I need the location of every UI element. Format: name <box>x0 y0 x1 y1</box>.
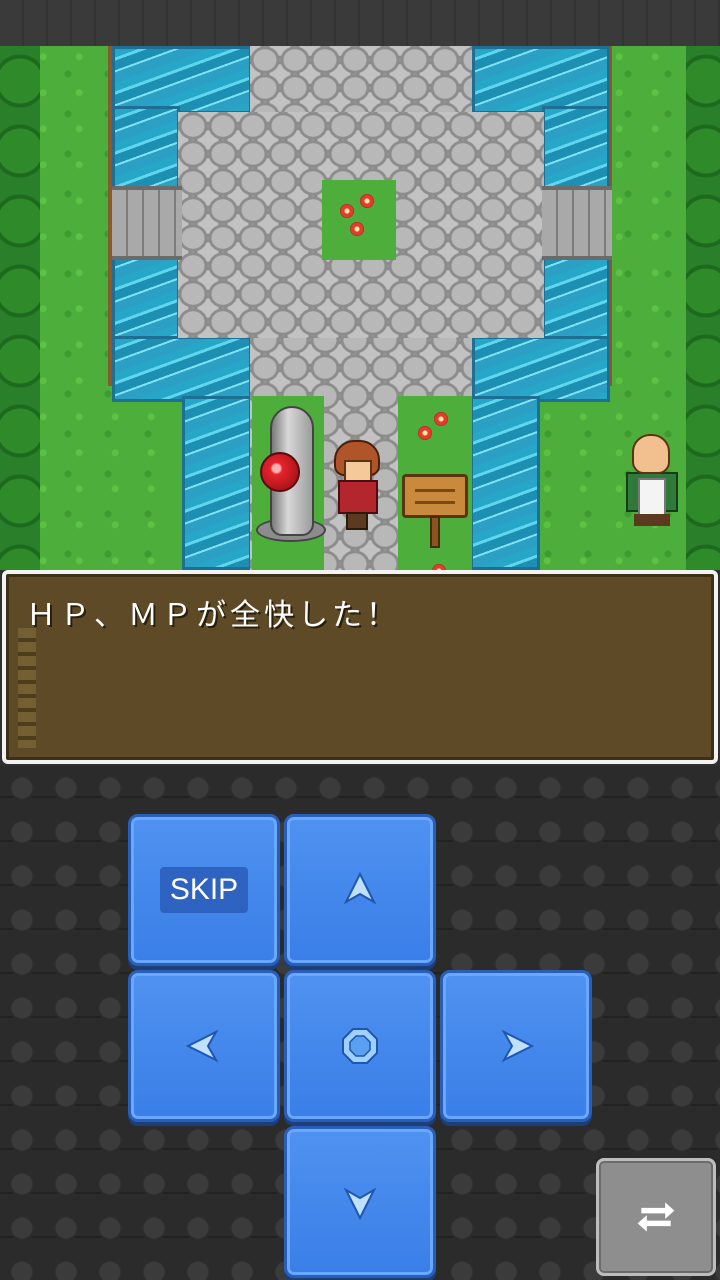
bridge-right <box>542 186 612 260</box>
repeat-icon <box>637 1202 675 1232</box>
old-man-npc[interactable] <box>622 434 682 530</box>
bridge-left <box>112 186 182 260</box>
game-map[interactable] <box>0 46 720 570</box>
wooden-signpost[interactable] <box>402 474 468 550</box>
dpad-down-button[interactable] <box>284 1126 436 1278</box>
message-window-ornament <box>18 628 36 748</box>
water-lower-left <box>112 336 252 402</box>
skip-button[interactable]: SKIP <box>128 814 280 966</box>
flower-patch-center <box>322 180 396 260</box>
water-stream-right <box>470 396 540 570</box>
red-orb-icon <box>260 452 300 492</box>
arrow-right-icon <box>501 1029 535 1063</box>
dpad-left-button[interactable] <box>128 970 280 1122</box>
controller-area: SKIP <box>0 766 720 1280</box>
right-hedge <box>686 46 720 570</box>
hero-character <box>330 436 386 532</box>
skip-label: SKIP <box>159 867 249 913</box>
octagon-icon <box>342 1028 378 1064</box>
healing-statue[interactable] <box>256 406 326 546</box>
arrow-down-icon <box>343 1187 377 1221</box>
top-strip <box>0 0 720 46</box>
dpad-center-button[interactable] <box>284 970 436 1122</box>
water-top-left <box>112 46 252 114</box>
left-hedge <box>0 46 40 570</box>
arrow-left-icon <box>185 1029 219 1063</box>
dpad-right-button[interactable] <box>440 970 592 1122</box>
message-text: ＨＰ、ＭＰが全快した！ <box>26 598 400 633</box>
water-top-right <box>472 46 610 114</box>
arrow-up-icon <box>343 871 377 905</box>
dpad-up-button[interactable] <box>284 814 436 966</box>
message-window[interactable]: ＨＰ、ＭＰが全快した！ <box>2 570 718 764</box>
swap-button[interactable] <box>596 1158 716 1276</box>
water-lower-right <box>472 336 610 402</box>
water-stream-left <box>182 396 252 570</box>
